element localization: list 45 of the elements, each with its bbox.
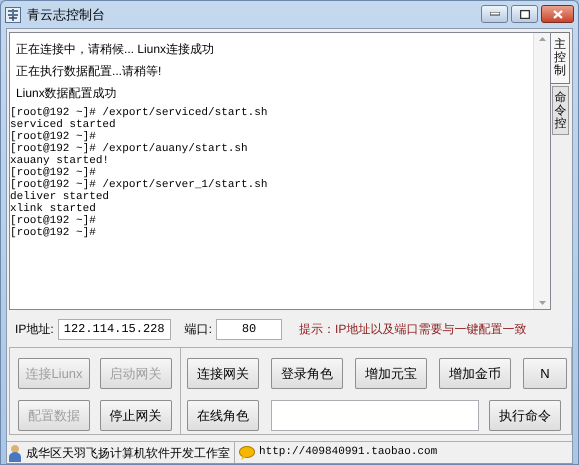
chat-bubble-icon: [239, 446, 255, 460]
console-line: [root@192 ~]# /export/serviced/start.sh: [10, 107, 268, 119]
action-button[interactable]: 在线角色: [187, 400, 259, 431]
scroll-up-icon[interactable]: [538, 37, 546, 41]
action-button[interactable]: 增加元宝: [355, 358, 427, 389]
person-icon: [8, 444, 22, 462]
minimize-button[interactable]: [481, 5, 508, 23]
ip-field[interactable]: 122.114.15.228: [58, 318, 171, 340]
action-button[interactable]: 停止网关: [100, 400, 172, 431]
console-line: [root@192 ~]#: [10, 215, 96, 227]
studio-name: 成华区天羽飞扬计算机软件开发工作室: [26, 444, 230, 462]
action-button[interactable]: 增加金币: [439, 358, 511, 389]
app-icon: [5, 6, 21, 22]
console-message: Liunx数据配置成功: [16, 85, 118, 101]
website-link[interactable]: http://409840991.taobao.com: [259, 444, 438, 461]
console-line: xauany started!: [10, 155, 110, 167]
console-line: [root@192 ~]# /export/server_1/start.sh: [10, 179, 268, 191]
console-line: [root@192 ~]# /export/auany/start.sh: [10, 143, 248, 155]
console-line: serviced started: [10, 119, 116, 131]
scroll-down-icon[interactable]: [538, 301, 546, 305]
close-icon: [552, 10, 562, 18]
console-line: deliver started: [10, 191, 110, 203]
port-label: 端口:: [184, 321, 212, 338]
side-tab[interactable]: 命令控: [552, 86, 569, 136]
console-line: [root@192 ~]#: [10, 227, 96, 239]
console-line: xlink started: [10, 203, 96, 215]
port-field[interactable]: 80: [216, 318, 282, 340]
scrollbar[interactable]: [533, 33, 550, 309]
window-title: 青云志控制台: [27, 6, 105, 24]
action-button[interactable]: N: [523, 358, 567, 389]
console-message: 正在连接中，请稍候... Liunx连接成功: [16, 41, 216, 57]
maximize-icon: [520, 10, 530, 18]
console-line: [root@192 ~]#: [10, 167, 96, 179]
action-button[interactable]: 执行命令: [489, 400, 561, 431]
ip-label: IP地址:: [15, 321, 54, 338]
console-line: [root@192 ~]#: [10, 131, 96, 143]
maximize-button[interactable]: [511, 5, 538, 23]
action-button[interactable]: 连接网关: [187, 358, 259, 389]
action-button[interactable]: 登录角色: [271, 358, 343, 389]
close-button[interactable]: [541, 5, 574, 23]
hint-text: 提示：IP地址以及端口需要与一键配置一致: [299, 321, 526, 338]
minimize-icon: [490, 12, 500, 16]
console-message: 正在执行数据配置...请稍等!: [16, 63, 162, 79]
side-tab[interactable]: 主控制: [551, 32, 570, 84]
command-field[interactable]: [271, 400, 479, 431]
